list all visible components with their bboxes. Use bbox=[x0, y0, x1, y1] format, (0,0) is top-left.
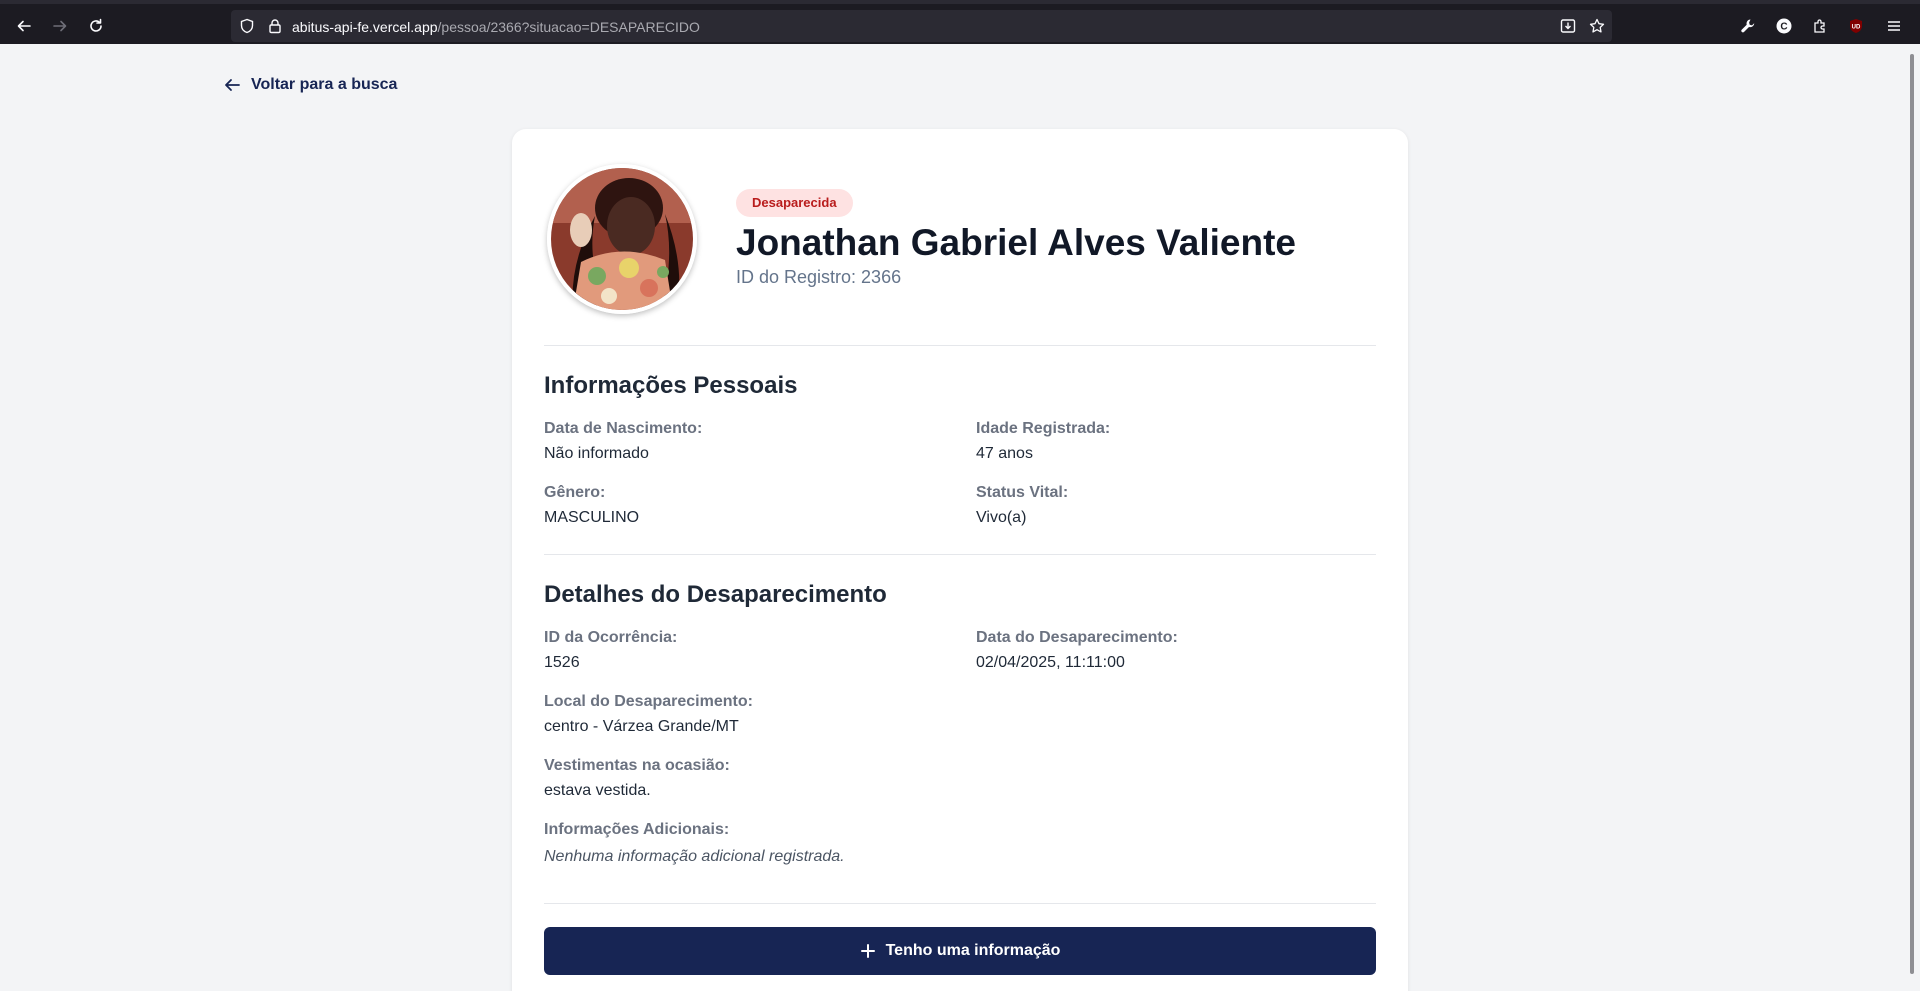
back-nav-button[interactable] bbox=[12, 14, 36, 38]
svg-text:C: C bbox=[1780, 22, 1787, 33]
submit-information-button[interactable]: Tenho uma informação bbox=[544, 927, 1376, 975]
person-name: Jonathan Gabriel Alves Valiente bbox=[736, 222, 1297, 263]
clothing-value: estava vestida. bbox=[544, 782, 651, 799]
section-divider bbox=[544, 554, 1376, 555]
plus-icon bbox=[860, 944, 875, 958]
lock-icon[interactable] bbox=[266, 17, 284, 35]
arrow-left-icon bbox=[225, 79, 240, 91]
url-host: abitus-api-fe.vercel.app bbox=[292, 19, 438, 35]
shield-icon[interactable] bbox=[238, 17, 256, 35]
gender-value: MASCULINO bbox=[544, 509, 640, 526]
clothing-label: Vestimentas na ocasião: bbox=[544, 757, 730, 774]
registry-id: ID do Registro: 2366 bbox=[736, 267, 902, 287]
birth-date-value: Não informado bbox=[544, 445, 649, 462]
birth-date-label: Data de Nascimento: bbox=[544, 420, 703, 437]
arrow-left-icon bbox=[17, 20, 31, 32]
submit-information-label: Tenho uma informação bbox=[885, 942, 1061, 959]
menu-icon[interactable] bbox=[1884, 16, 1904, 36]
disappearance-date-label: Data do Desaparecimento: bbox=[976, 629, 1178, 646]
person-photo bbox=[547, 164, 697, 314]
additional-info-value: Nenhuma informação adicional registrada. bbox=[544, 848, 845, 865]
ublock-icon[interactable]: UD bbox=[1846, 16, 1866, 36]
disappearance-title: Detalhes do Desaparecimento bbox=[544, 581, 887, 608]
vital-status-label: Status Vital: bbox=[976, 484, 1069, 501]
svg-text:UD: UD bbox=[1852, 25, 1861, 31]
page-scrollbar[interactable] bbox=[1906, 44, 1920, 991]
wrench-icon[interactable] bbox=[1738, 16, 1758, 36]
vital-status-value: Vivo(a) bbox=[976, 509, 1027, 526]
registered-age-value: 47 anos bbox=[976, 445, 1033, 462]
header-divider bbox=[544, 345, 1376, 346]
disappearance-location-value: centro - Várzea Grande/MT bbox=[544, 718, 739, 735]
person-card: Desaparecida Jonathan Gabriel Alves Vali… bbox=[512, 129, 1408, 991]
gender-label: Gênero: bbox=[544, 484, 606, 501]
extension-c-icon[interactable]: C bbox=[1774, 16, 1794, 36]
url-text[interactable]: abitus-api-fe.vercel.app/pessoa/2366?sit… bbox=[292, 19, 700, 35]
arrow-right-icon bbox=[53, 20, 67, 32]
registered-age-label: Idade Registrada: bbox=[976, 420, 1111, 437]
page-download-icon[interactable] bbox=[1559, 17, 1577, 35]
url-path: /pessoa/2366?situacao=DESAPARECIDO bbox=[437, 19, 700, 35]
disappearance-date-value: 02/04/2025, 11:11:00 bbox=[976, 654, 1125, 671]
personal-info-title: Informações Pessoais bbox=[544, 372, 798, 399]
occurrence-id-value: 1526 bbox=[544, 654, 580, 671]
occurrence-id-label: ID da Ocorrência: bbox=[544, 629, 678, 646]
back-to-search-link[interactable]: Voltar para a busca bbox=[223, 76, 397, 94]
extensions-puzzle-icon[interactable] bbox=[1810, 16, 1830, 36]
back-link-label: Voltar para a busca bbox=[251, 76, 398, 93]
disappearance-location-label: Local do Desaparecimento: bbox=[544, 693, 753, 710]
status-badge: Desaparecida bbox=[736, 189, 853, 217]
additional-info-label: Informações Adicionais: bbox=[544, 821, 730, 838]
browser-toolbar: abitus-api-fe.vercel.app/pessoa/2366?sit… bbox=[0, 0, 1920, 44]
bookmark-star-icon[interactable] bbox=[1588, 17, 1606, 35]
reload-button[interactable] bbox=[84, 14, 108, 38]
forward-nav-button[interactable] bbox=[48, 14, 72, 38]
reload-icon bbox=[90, 18, 102, 32]
scrollbar-thumb[interactable] bbox=[1910, 54, 1914, 974]
url-bar[interactable]: abitus-api-fe.vercel.app/pessoa/2366?sit… bbox=[231, 10, 1612, 42]
action-divider bbox=[544, 903, 1376, 904]
